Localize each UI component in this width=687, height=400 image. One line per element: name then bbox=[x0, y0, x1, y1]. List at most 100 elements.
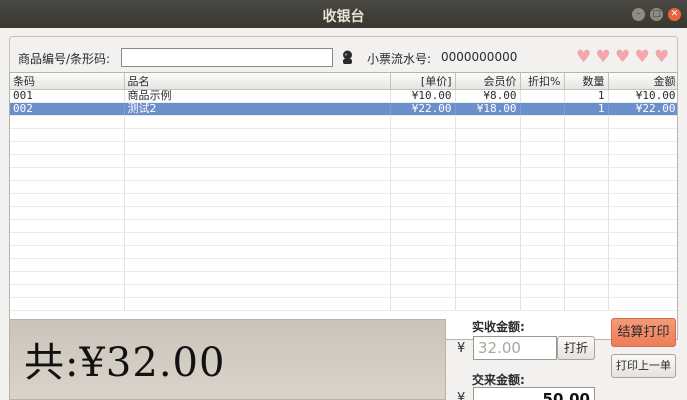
currency-symbol: ¥ bbox=[457, 391, 466, 400]
column-header-barcode[interactable]: 条码 bbox=[10, 73, 125, 90]
maximize-icon[interactable]: □ bbox=[650, 8, 663, 21]
tendered-amount-input[interactable] bbox=[473, 387, 595, 400]
hearts-rating: ♥ ♥ ♥ ♥ ♥ bbox=[576, 47, 674, 67]
cell-empty bbox=[608, 180, 677, 194]
cell-empty bbox=[608, 284, 677, 298]
table-row-empty[interactable] bbox=[10, 115, 677, 129]
cell-empty bbox=[564, 115, 609, 129]
cell-empty bbox=[564, 271, 609, 285]
cell-empty bbox=[124, 284, 391, 298]
cell-empty bbox=[10, 154, 125, 168]
cell-empty bbox=[124, 154, 391, 168]
cell-empty bbox=[10, 206, 125, 220]
cell-empty bbox=[390, 258, 456, 272]
cell-empty bbox=[390, 297, 456, 311]
cell-barcode: 001 bbox=[10, 89, 125, 103]
cell-empty bbox=[390, 167, 456, 181]
minimize-icon[interactable]: – bbox=[632, 8, 645, 21]
cell-empty bbox=[520, 206, 565, 220]
cell-empty bbox=[608, 245, 677, 259]
cell-empty bbox=[10, 219, 125, 233]
reprint-last-button[interactable]: 打印上一单 bbox=[611, 354, 676, 378]
column-header-member-price[interactable]: 会员价 bbox=[455, 73, 521, 90]
table-row-empty[interactable] bbox=[10, 284, 677, 298]
cell-empty bbox=[520, 167, 565, 181]
cell-empty bbox=[390, 115, 456, 129]
cell-empty bbox=[124, 232, 391, 246]
cell-empty bbox=[608, 258, 677, 272]
cell-empty bbox=[390, 271, 456, 285]
user-icon[interactable] bbox=[341, 50, 354, 65]
column-header-price[interactable]: [单价] bbox=[390, 73, 456, 90]
cell-empty bbox=[520, 258, 565, 272]
cell-empty bbox=[520, 193, 565, 207]
cell-empty bbox=[390, 141, 456, 155]
cell-empty bbox=[124, 258, 391, 272]
cell-empty bbox=[455, 115, 521, 129]
heart-icon: ♥ bbox=[615, 47, 631, 67]
table-row[interactable]: 002 测试2 ¥22.00 ¥18.00 1 ¥22.00 bbox=[10, 102, 677, 116]
cell-empty bbox=[390, 206, 456, 220]
table-row[interactable]: 001 商品示例 ¥10.00 ¥8.00 1 ¥10.00 bbox=[10, 89, 677, 103]
table-row-empty[interactable] bbox=[10, 271, 677, 285]
cell-empty bbox=[10, 245, 125, 259]
cell-empty bbox=[564, 245, 609, 259]
column-header-discount[interactable]: 折扣% bbox=[520, 73, 565, 90]
checkout-print-button[interactable]: 结算打印 bbox=[611, 318, 676, 347]
cell-empty bbox=[608, 206, 677, 220]
ticket-number-value: 0000000000 bbox=[441, 50, 518, 64]
cell-empty bbox=[455, 258, 521, 272]
cell-price: ¥22.00 bbox=[390, 102, 456, 116]
table-row-empty[interactable] bbox=[10, 167, 677, 181]
column-header-quantity[interactable]: 数量 bbox=[564, 73, 609, 90]
table-row-empty[interactable] bbox=[10, 193, 677, 207]
table-row-empty[interactable] bbox=[10, 297, 677, 311]
heart-icon: ♥ bbox=[595, 47, 611, 67]
cell-empty bbox=[608, 297, 677, 311]
cell-empty bbox=[520, 115, 565, 129]
heart-icon: ♥ bbox=[634, 47, 650, 67]
cell-empty bbox=[390, 219, 456, 233]
discount-button[interactable]: 打折 bbox=[557, 336, 595, 360]
cell-empty bbox=[564, 193, 609, 207]
cell-empty bbox=[10, 167, 125, 181]
cell-empty bbox=[608, 115, 677, 129]
cell-discount bbox=[520, 102, 565, 116]
cart-table[interactable]: 条码 品名 [单价] 会员价 折扣% 数量 金额 001 商品示例 ¥10.00… bbox=[9, 72, 678, 340]
column-header-amount[interactable]: 金额 bbox=[608, 73, 677, 90]
table-row-empty[interactable] bbox=[10, 141, 677, 155]
cell-price: ¥10.00 bbox=[390, 89, 456, 103]
table-row-empty[interactable] bbox=[10, 258, 677, 272]
table-row-empty[interactable] bbox=[10, 219, 677, 233]
table-row-empty[interactable] bbox=[10, 128, 677, 142]
cell-empty bbox=[124, 206, 391, 220]
cell-empty bbox=[455, 206, 521, 220]
cell-empty bbox=[608, 141, 677, 155]
table-row-empty[interactable] bbox=[10, 180, 677, 194]
cell-empty bbox=[520, 232, 565, 246]
cell-empty bbox=[455, 297, 521, 311]
cell-empty bbox=[455, 219, 521, 233]
close-icon[interactable]: ✕ bbox=[668, 8, 681, 21]
table-row-empty[interactable] bbox=[10, 245, 677, 259]
table-row-empty[interactable] bbox=[10, 206, 677, 220]
column-header-name[interactable]: 品名 bbox=[124, 73, 391, 90]
cell-empty bbox=[564, 128, 609, 142]
cell-empty bbox=[455, 128, 521, 142]
cell-empty bbox=[10, 258, 125, 272]
heart-icon: ♥ bbox=[654, 47, 670, 67]
currency-symbol: ¥ bbox=[457, 341, 466, 356]
cell-empty bbox=[564, 206, 609, 220]
cell-empty bbox=[390, 284, 456, 298]
cell-empty bbox=[124, 141, 391, 155]
table-row-empty[interactable] bbox=[10, 232, 677, 246]
title-bar: 收银台 – □ ✕ bbox=[0, 0, 687, 28]
cell-empty bbox=[520, 180, 565, 194]
cell-member-price: ¥8.00 bbox=[455, 89, 521, 103]
cell-empty bbox=[564, 284, 609, 298]
cell-empty bbox=[564, 141, 609, 155]
table-row-empty[interactable] bbox=[10, 154, 677, 168]
barcode-input[interactable] bbox=[121, 48, 333, 67]
cell-empty bbox=[520, 271, 565, 285]
received-amount-input[interactable] bbox=[473, 336, 557, 360]
